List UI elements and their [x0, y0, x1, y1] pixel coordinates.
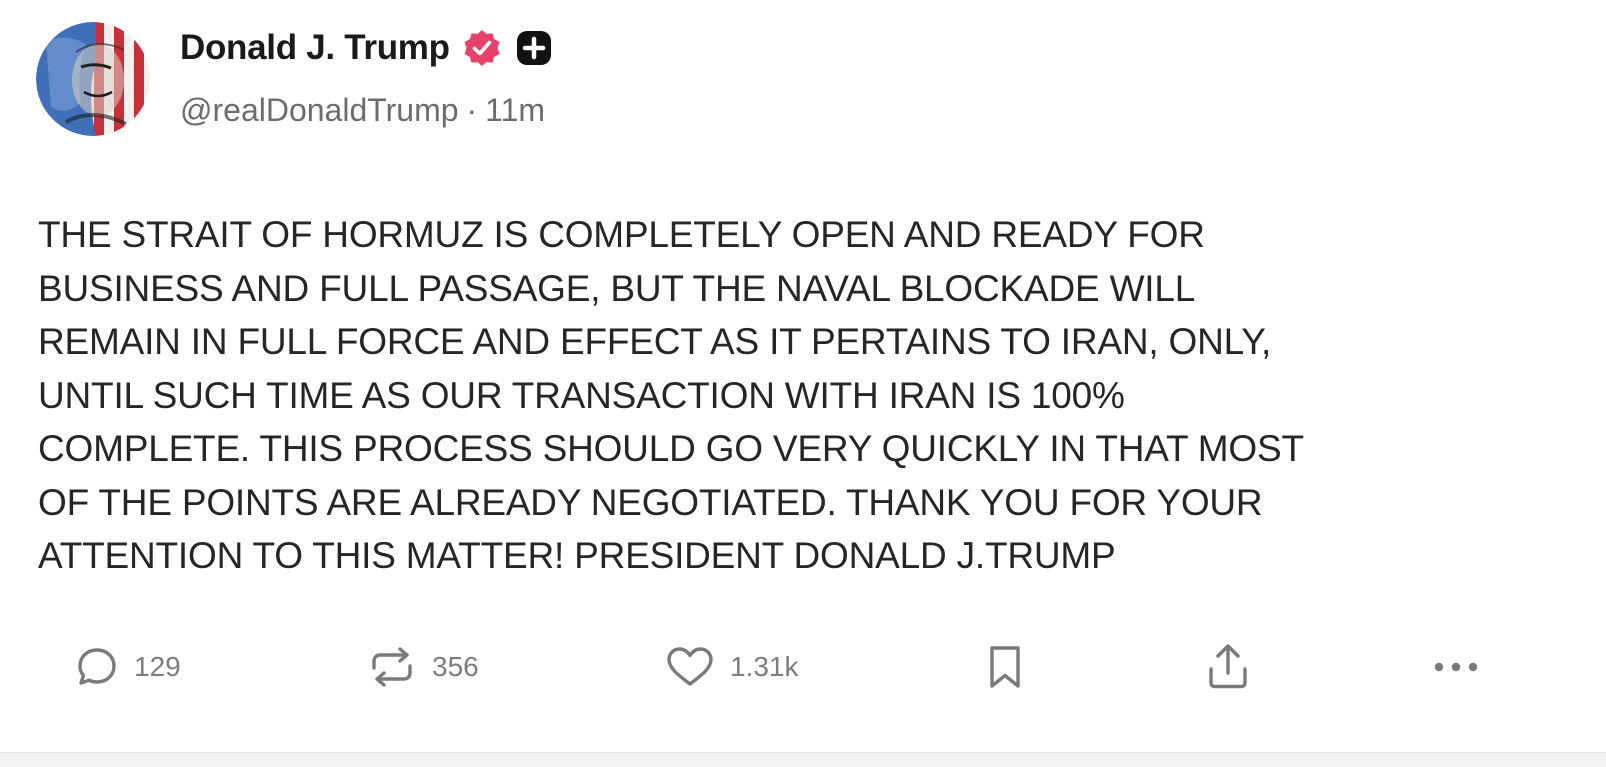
- meta-separator: ·: [466, 92, 478, 128]
- repost-button[interactable]: 356: [366, 632, 479, 702]
- post-timestamp[interactable]: 11m: [485, 92, 545, 129]
- more-icon: [1430, 657, 1482, 677]
- share-button[interactable]: [1204, 632, 1252, 702]
- like-count: 1.31k: [730, 651, 799, 682]
- action-bar: 129 356 1.31k: [0, 632, 1606, 702]
- plus-badge-icon: [514, 28, 554, 68]
- author-handle[interactable]: @realDonaldTrump: [180, 92, 459, 129]
- repost-icon: [366, 644, 418, 690]
- bookmark-button[interactable]: [982, 632, 1028, 702]
- author-name-row: Donald J. Trump: [180, 26, 554, 70]
- author-display-name[interactable]: Donald J. Trump: [180, 28, 450, 68]
- reply-button[interactable]: 129: [74, 632, 181, 702]
- repost-count: 356: [432, 651, 479, 682]
- card-divider: [0, 752, 1606, 767]
- more-button[interactable]: [1430, 632, 1482, 702]
- author-meta-row: @realDonaldTrump · 11m: [180, 92, 545, 129]
- post-body-text: THE STRAIT OF HORMUZ IS COMPLETELY OPEN …: [38, 214, 1304, 576]
- bookmark-icon: [982, 642, 1028, 692]
- verified-badge-icon: [462, 28, 502, 68]
- post-card: Donald J. Trump @realDonaldTrump · 11m T…: [0, 0, 1606, 767]
- reply-icon: [74, 644, 120, 690]
- share-icon: [1204, 641, 1252, 693]
- heart-icon: [664, 644, 716, 690]
- avatar[interactable]: [36, 22, 150, 136]
- reply-count: 129: [134, 651, 181, 682]
- like-button[interactable]: 1.31k: [664, 632, 799, 702]
